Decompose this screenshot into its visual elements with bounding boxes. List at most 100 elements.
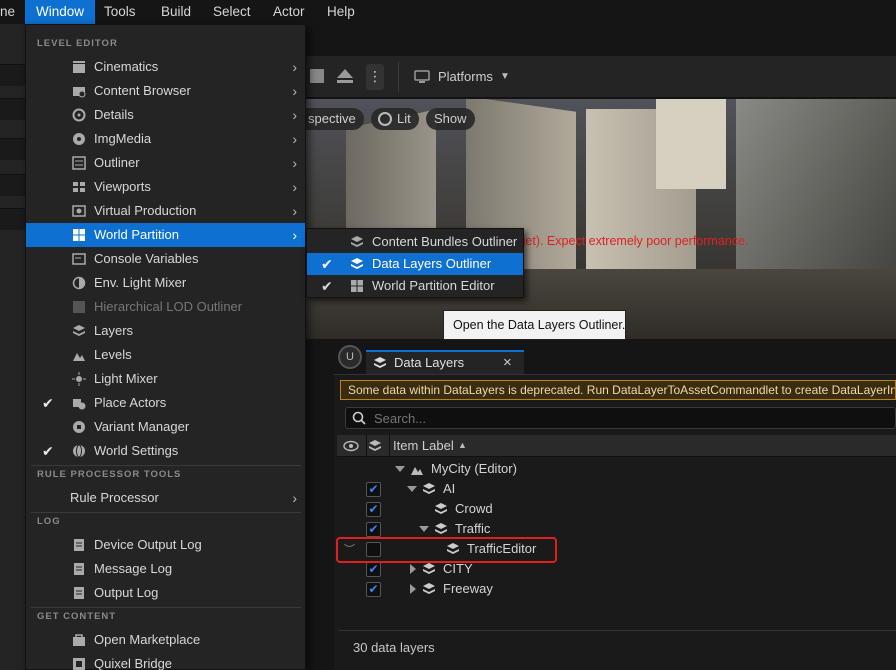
- left-panel: [0, 24, 26, 670]
- menu-item-quixel-bridge[interactable]: Quixel Bridge: [26, 652, 305, 670]
- submenu-arrow-icon: ›: [292, 227, 297, 243]
- menu-item-open-marketplace[interactable]: Open Marketplace: [26, 628, 305, 652]
- menu-item-message-log[interactable]: Message Log: [26, 557, 305, 581]
- menu-window[interactable]: Window: [25, 0, 96, 24]
- menu-item-world-settings[interactable]: ✔ World Settings: [26, 439, 305, 463]
- menu-item-details[interactable]: Details ›: [26, 103, 305, 127]
- data-layer-count: 30 data layers: [353, 640, 435, 655]
- layers-icon: [374, 357, 386, 368]
- platforms-label: Platforms: [438, 69, 493, 84]
- submenu-item-content-bundles-outliner[interactable]: Content Bundles Outliner: [307, 231, 523, 253]
- eye-icon[interactable]: [343, 440, 359, 452]
- menu-item-label: Light Mixer: [94, 371, 158, 386]
- menu-help[interactable]: Help: [319, 0, 363, 24]
- menu-select[interactable]: Select: [205, 0, 259, 24]
- menu-item-console-variables[interactable]: Console Variables: [26, 247, 305, 271]
- tree-row[interactable]: ✔ Crowd: [337, 499, 896, 519]
- eject-icon[interactable]: [336, 67, 354, 85]
- light-icon: [72, 372, 86, 386]
- left-panel-bar: [0, 174, 26, 196]
- globe-icon: [73, 444, 85, 458]
- menu-item-outliner[interactable]: Outliner ›: [26, 151, 305, 175]
- lit-button[interactable]: Lit: [371, 108, 419, 130]
- bridge-icon: [73, 658, 85, 670]
- layer-checkbox[interactable]: ✔: [366, 582, 381, 597]
- menu-item-layers[interactable]: Layers: [26, 319, 305, 343]
- menu-tools[interactable]: Tools: [96, 0, 144, 24]
- sort-ascending-icon: ▲: [458, 440, 467, 450]
- tree-row[interactable]: ✔ Freeway: [337, 579, 896, 599]
- submenu-arrow-icon: ›: [292, 490, 297, 506]
- toolbar-divider: [398, 62, 399, 92]
- log-icon: [74, 587, 84, 599]
- submenu-item-data-layers-outliner[interactable]: ✔ Data Layers Outliner: [307, 253, 523, 275]
- menu-item-variant-manager[interactable]: Variant Manager: [26, 415, 305, 439]
- camera-icon: [72, 205, 86, 217]
- tree-row-label: CITY: [443, 561, 473, 576]
- more-options-icon[interactable]: ⋮: [366, 64, 384, 90]
- menu-item-device-output-log[interactable]: Device Output Log: [26, 533, 305, 557]
- world-icon: [411, 467, 423, 475]
- layers-icon: [73, 325, 85, 336]
- submenu-item-world-partition-editor[interactable]: ✔ World Partition Editor: [307, 275, 523, 297]
- menu-item-light-mixer[interactable]: Light Mixer: [26, 367, 305, 391]
- column-item-label[interactable]: Item Label: [393, 438, 454, 453]
- layer-checkbox[interactable]: ✔: [366, 562, 381, 577]
- menu-item-world-partition[interactable]: World Partition ›: [26, 223, 305, 247]
- submenu-arrow-icon: ›: [292, 83, 297, 99]
- perspective-button[interactable]: spective: [306, 108, 364, 130]
- tree-row[interactable]: MyCity (Editor): [337, 459, 896, 479]
- search-input[interactable]: [374, 409, 874, 427]
- layers-visibility-icon[interactable]: [368, 439, 384, 453]
- submenu-item-label: Data Layers Outliner: [372, 256, 492, 271]
- menu-build[interactable]: Build: [153, 0, 199, 24]
- tree-row-label: Freeway: [443, 581, 493, 596]
- media-icon: [73, 133, 85, 145]
- tree-row-label: AI: [443, 481, 456, 496]
- collapsed-arrow-icon[interactable]: [410, 584, 416, 594]
- viewports-icon: [73, 182, 85, 192]
- menu-item-label: Output Log: [94, 585, 159, 600]
- level-viewport[interactable]: spective Lit Show er budget). Expect ext…: [306, 99, 896, 339]
- menu-item-label: Variant Manager: [94, 419, 190, 434]
- show-button[interactable]: Show: [426, 108, 475, 130]
- expanded-arrow-icon[interactable]: [407, 486, 417, 492]
- expanded-arrow-icon[interactable]: [395, 466, 405, 472]
- collapsed-arrow-icon[interactable]: [410, 564, 416, 574]
- menu-separator: [31, 607, 301, 608]
- menu-item-rule-processor[interactable]: Rule Processor ›: [26, 486, 305, 510]
- levels-icon: [73, 353, 85, 361]
- menu-item-levels[interactable]: Levels: [26, 343, 305, 367]
- tab-data-layers[interactable]: Data Layers ×: [366, 350, 524, 374]
- menu-item-place-actors[interactable]: ✔ Place Actors: [26, 391, 305, 415]
- menu-item-viewports[interactable]: Viewports ›: [26, 175, 305, 199]
- layer-checkbox[interactable]: ✔: [366, 482, 381, 497]
- section-rule-processor-tools: RULE PROCESSOR TOOLS: [37, 469, 182, 480]
- menu-item-output-log[interactable]: Output Log: [26, 581, 305, 605]
- menu-item-cinematics[interactable]: Cinematics ›: [26, 55, 305, 79]
- menu-item-virtual-production[interactable]: Virtual Production ›: [26, 199, 305, 223]
- menu-file-partial[interactable]: ne: [0, 0, 23, 24]
- tree-row[interactable]: ✔ AI: [337, 479, 896, 499]
- layer-checkbox[interactable]: ✔: [366, 502, 381, 517]
- tree-row[interactable]: ✔ Traffic: [337, 519, 896, 539]
- submenu-arrow-icon: ›: [292, 155, 297, 171]
- menu-item-imgmedia[interactable]: ImgMedia ›: [26, 127, 305, 151]
- lit-icon: [378, 112, 392, 126]
- tree-row-label: Traffic: [455, 521, 491, 536]
- left-panel-dropdown[interactable]: [0, 64, 26, 86]
- menu-item-content-browser[interactable]: Content Browser ›: [26, 79, 305, 103]
- close-icon[interactable]: ×: [503, 354, 512, 371]
- menu-item-label: Open Marketplace: [94, 632, 201, 647]
- submenu-arrow-icon: ›: [292, 203, 297, 219]
- layer-checkbox[interactable]: ✔: [366, 522, 381, 537]
- submenu-item-label: World Partition Editor: [372, 278, 495, 293]
- expanded-arrow-icon[interactable]: [419, 526, 429, 532]
- menu-item-hlod-outliner[interactable]: Hierarchical LOD Outliner: [26, 295, 305, 319]
- main-toolbar: ⋮ Platforms ▼: [306, 56, 896, 98]
- menu-actor[interactable]: Actor: [265, 0, 313, 24]
- menu-item-env-light-mixer[interactable]: Env. Light Mixer: [26, 271, 305, 295]
- tree-header: Item Label ▲: [337, 435, 896, 457]
- stop-icon[interactable]: [310, 69, 324, 83]
- search-field[interactable]: [345, 407, 896, 429]
